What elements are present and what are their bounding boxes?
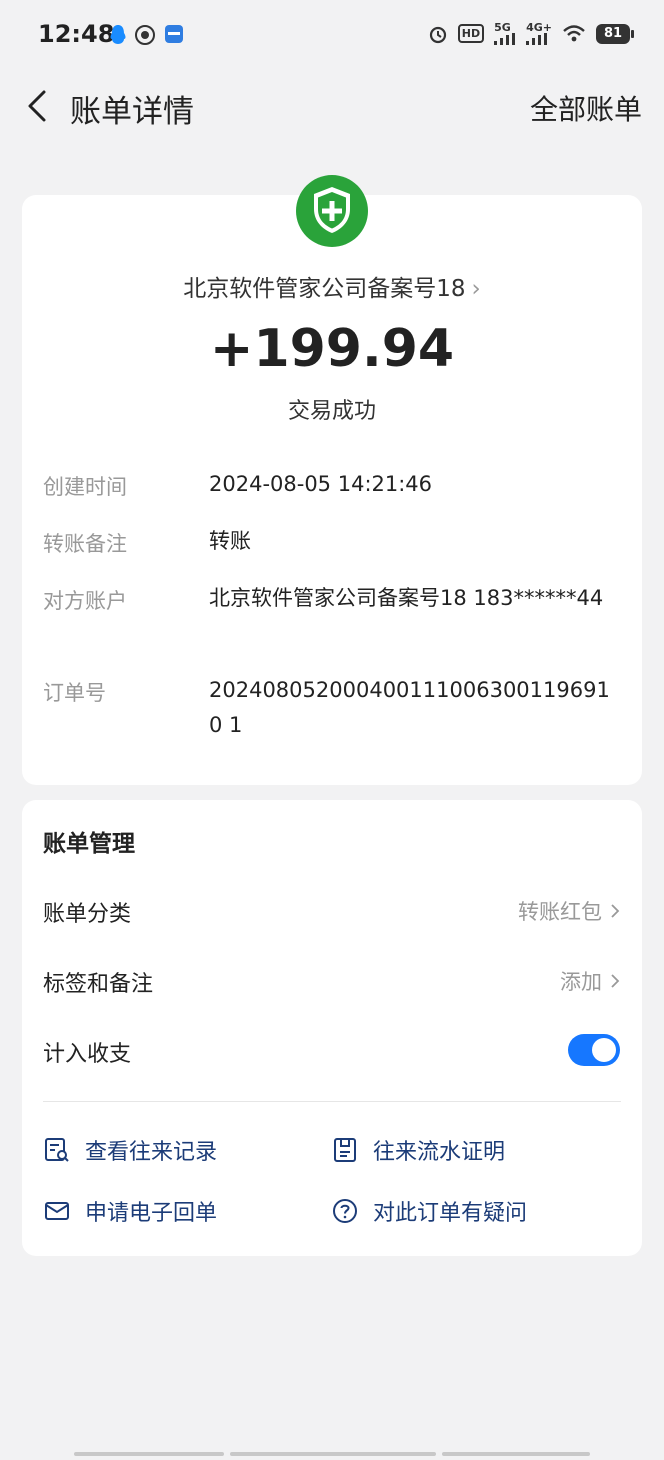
status-bar: 12:48 HD 5G 4G+ 81	[0, 0, 664, 70]
include-toggle[interactable]	[568, 1034, 620, 1066]
gesture-bar	[230, 1452, 436, 1456]
detail-label-order: 订单号	[43, 681, 106, 705]
chevron-right-icon	[611, 974, 620, 988]
status-time: 12:48	[38, 20, 115, 48]
flow-proof-button[interactable]: 往来流水证明	[331, 1134, 505, 1166]
gesture-bar	[442, 1452, 590, 1456]
status-icons: HD 5G 4G+ 81	[428, 22, 634, 45]
header: 账单详情 全部账单	[0, 70, 664, 142]
network-5g-label: 5G	[494, 21, 511, 34]
network-4g-label: 4G+	[526, 21, 552, 34]
payee-link[interactable]: 北京软件管家公司备案号18 ›	[22, 269, 642, 303]
signal-bars-icon	[494, 33, 516, 45]
chevron-right-icon	[611, 904, 620, 918]
category-label: 账单分类	[43, 902, 132, 927]
app-badge-icon	[135, 25, 155, 45]
envelope-icon	[45, 1202, 69, 1220]
document-proof-icon	[334, 1138, 356, 1162]
hd-label: HD	[457, 24, 485, 43]
detail-label-remark: 转账备注	[43, 532, 127, 556]
all-bills-link[interactable]: 全部账单	[530, 88, 642, 128]
tags-label: 标签和备注	[43, 972, 154, 997]
payee-name: 北京软件管家公司备案号18	[183, 276, 466, 302]
e-receipt-button[interactable]: 申请电子回单	[43, 1195, 217, 1227]
signal-5g: 5G	[494, 22, 516, 45]
include-label: 计入收支	[43, 1042, 132, 1067]
transaction-card: 北京软件管家公司备案号18 › +199.94 交易成功 创建时间 2024-08…	[22, 175, 642, 785]
category-value: 转账红包	[518, 900, 602, 924]
signal-bars-icon	[526, 33, 548, 45]
transaction-status: 交易成功	[287, 399, 376, 424]
detail-value-account: 北京软件管家公司备案号18 183******44	[209, 586, 604, 610]
detail-value-order: 2024080520004001110063001196910 1	[209, 678, 610, 737]
tags-value: 添加	[560, 970, 602, 994]
question-circle-icon	[333, 1199, 357, 1223]
view-history-label: 查看往来记录	[85, 1140, 218, 1165]
gesture-bar	[74, 1452, 224, 1456]
tags-add-button[interactable]: 添加	[560, 966, 620, 996]
shield-plus-icon	[296, 175, 368, 247]
detail-label-created: 创建时间	[43, 475, 127, 499]
e-receipt-label: 申请电子回单	[85, 1201, 218, 1226]
record-search-icon	[45, 1138, 69, 1162]
order-question-label: 对此订单有疑问	[373, 1201, 528, 1226]
page-title: 账单详情	[70, 94, 194, 130]
qq-penguin-icon	[110, 25, 126, 44]
app-notification-icon	[165, 25, 183, 43]
bill-management-card: 账单管理 账单分类 转账红包 标签和备注 添加 计入收支 查看往来记录 往来流水…	[22, 800, 642, 1256]
section-title: 账单管理	[43, 831, 135, 857]
transaction-amount: +199.94	[209, 319, 455, 379]
wifi-icon	[563, 24, 585, 41]
signal-4g: 4G+	[526, 22, 552, 45]
chevron-right-icon: ›	[471, 276, 481, 302]
detail-label-account: 对方账户	[43, 589, 127, 613]
flow-proof-label: 往来流水证明	[373, 1140, 506, 1165]
divider	[43, 1101, 621, 1102]
category-selector[interactable]: 转账红包	[518, 896, 620, 926]
detail-value-created: 2024-08-05 14:21:46	[209, 472, 433, 496]
battery-icon: 81	[596, 23, 634, 44]
alarm-icon	[429, 26, 446, 43]
detail-value-remark: 转账	[209, 529, 251, 553]
order-question-button[interactable]: 对此订单有疑问	[331, 1195, 527, 1227]
view-history-button[interactable]: 查看往来记录	[43, 1134, 217, 1166]
back-button[interactable]	[18, 84, 58, 128]
